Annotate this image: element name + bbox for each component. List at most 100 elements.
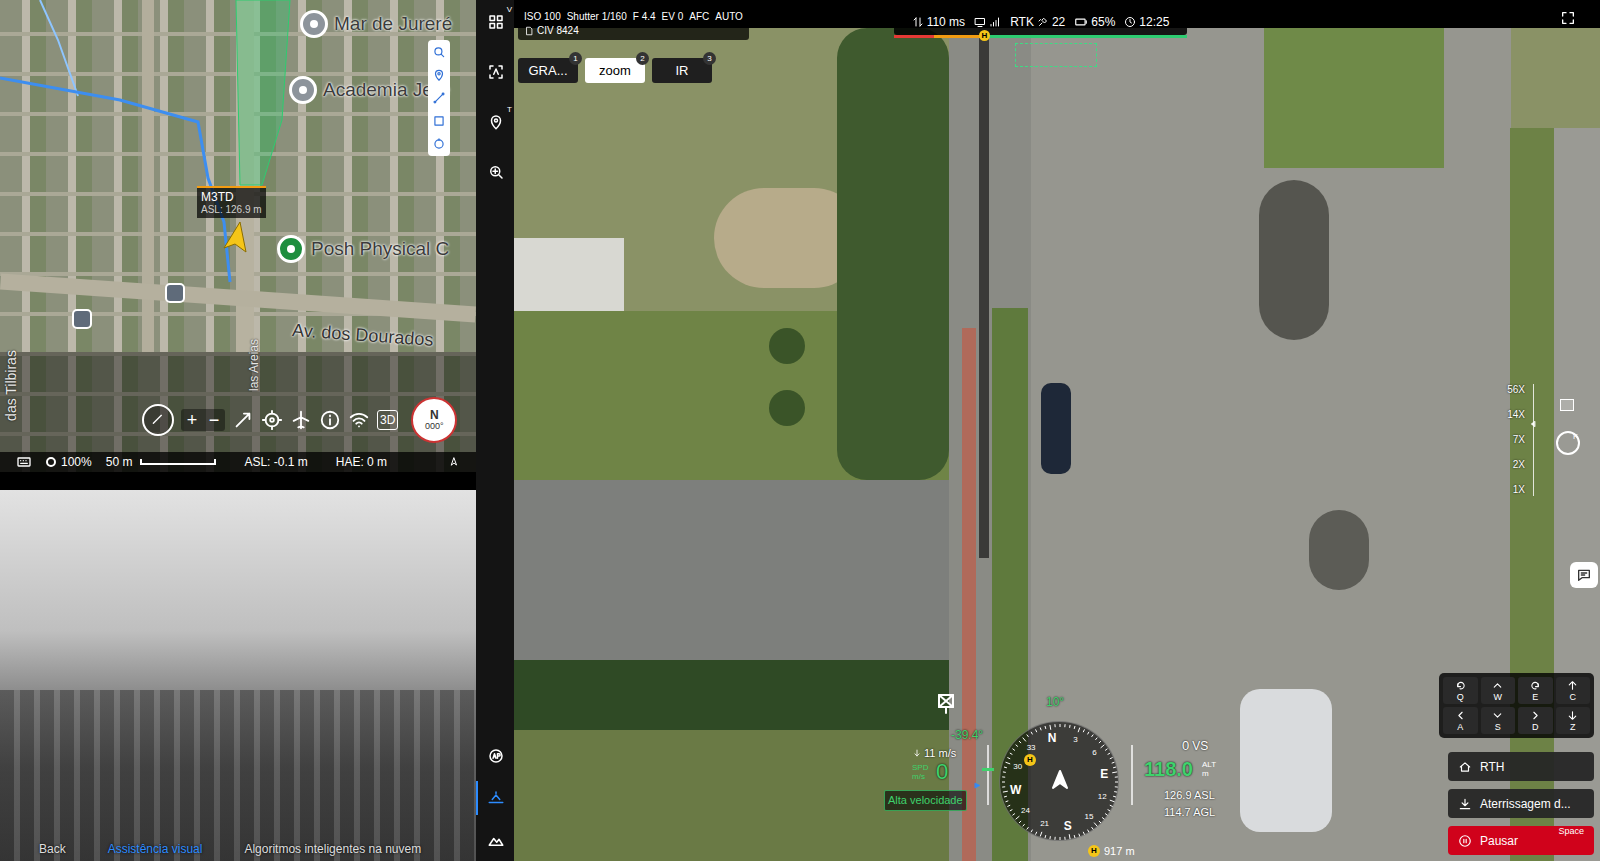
pin-tool-icon[interactable]	[432, 68, 446, 82]
place-label[interactable]: Mar de Jureré	[334, 10, 452, 39]
place-pin-icon[interactable]	[300, 10, 328, 38]
ascend-icon	[1566, 679, 1579, 692]
key-label: E	[1532, 692, 1538, 702]
action-label: RTH	[1480, 758, 1504, 776]
map-status-bar: 100%50 mASL: -0.1 mHAE: 0 m	[0, 452, 476, 472]
left-icon	[1454, 709, 1467, 722]
3d-button[interactable]: 3D	[377, 410, 398, 430]
zoom-level-label: 2X	[1513, 459, 1525, 471]
home-distance: H917 m	[1088, 843, 1135, 860]
speed-value: 0	[936, 760, 948, 784]
ar-icon	[487, 747, 505, 765]
chat-button[interactable]	[1570, 562, 1598, 588]
down-arrow-icon	[912, 748, 922, 758]
lens-tab[interactable]: GRA...1	[518, 58, 578, 83]
place-pin-icon[interactable]	[277, 235, 305, 263]
info-icon[interactable]	[319, 409, 341, 431]
vs-value: 0	[1182, 736, 1189, 756]
key-button[interactable]: A	[1443, 707, 1478, 734]
key-button[interactable]: Z	[1556, 707, 1591, 734]
map-zoom-readout: 100%	[46, 453, 92, 471]
side-toolbar-top: VT	[476, 5, 514, 189]
key-button[interactable]: C	[1556, 677, 1591, 704]
hotkey-label: V	[507, 5, 512, 14]
wifi-icon[interactable]	[348, 409, 370, 431]
altitude-bar	[1131, 745, 1133, 805]
map-compass[interactable]: N000°	[411, 397, 457, 443]
side-tool-button[interactable]: V	[476, 5, 514, 39]
bus-stop-icon	[72, 309, 92, 329]
camera-params: ISO 100Shutter 1/160F 4.4EV 0AFCAUTO	[524, 10, 743, 24]
focus-button[interactable]: F	[1556, 431, 1580, 455]
aux-tab[interactable]: Assistência visual	[108, 840, 203, 858]
fullscreen-icon[interactable]	[1560, 10, 1576, 26]
side-toolbar-bottom	[476, 739, 514, 857]
key-button[interactable]: Q	[1443, 677, 1478, 704]
puddle	[1259, 180, 1329, 340]
map-place[interactable]: Posh Physical C	[277, 235, 449, 264]
aux-tab[interactable]: Algoritmos inteligentes na nuvem	[244, 840, 421, 858]
lawn	[1264, 28, 1444, 168]
lens-label: GRA...	[528, 61, 567, 81]
zoom-preset-icon[interactable]	[1560, 399, 1574, 411]
street-label-box: das Tilbiras	[2, 330, 20, 440]
aircraft-name: M3TD	[201, 190, 262, 204]
pause-button[interactable]: PausarSpace	[1448, 826, 1594, 855]
compass-label: 15	[1084, 811, 1093, 823]
map-panel[interactable]: Mar de Jureré Academia Jere Posh Physical …	[0, 0, 476, 472]
area-tool-icon[interactable]	[432, 114, 446, 128]
side-tool-button[interactable]: T	[476, 105, 514, 139]
map-place[interactable]: Academia Jere	[289, 76, 450, 105]
bus-stop-icon	[165, 283, 185, 303]
agl-value: 114.7 AGL	[1164, 804, 1215, 821]
map-scale: 50 m	[106, 453, 217, 471]
aux-camera-view[interactable]: Back Assistência visual Algoritmos intelig…	[0, 490, 476, 861]
side-tool-button[interactable]	[476, 823, 514, 857]
target-icon[interactable]	[261, 409, 283, 431]
land-icon	[1458, 797, 1472, 811]
plane-icon[interactable]	[290, 409, 312, 431]
signal	[974, 16, 1001, 28]
rth-button[interactable]: RTH	[1448, 752, 1594, 781]
locate-button[interactable]	[142, 404, 174, 436]
land-button[interactable]: Aterrissagem d...	[1448, 789, 1594, 818]
map-place[interactable]: Mar de Jureré	[300, 10, 452, 39]
zoom-in-button[interactable]: +	[181, 409, 203, 431]
circle-tool-icon[interactable]	[432, 137, 446, 151]
lens-tab[interactable]: IR3	[652, 58, 712, 83]
side-tool-button[interactable]	[476, 781, 514, 815]
aux-tab[interactable]: Back	[39, 840, 66, 858]
speed-warning: Alta velocidade	[884, 790, 967, 811]
pin-dot	[310, 20, 318, 28]
asl-readout: ASL: -0.1 m	[244, 453, 307, 471]
zoom-scale[interactable]: 56X14X7X2X1X	[1474, 384, 1534, 496]
side-tool-button[interactable]	[476, 155, 514, 189]
keyboard-icon[interactable]	[16, 454, 32, 470]
lens-tab[interactable]: zoom2	[585, 58, 645, 83]
descent-speed: 11 m/s	[912, 745, 956, 762]
plant	[769, 328, 805, 364]
lens-badge: 1	[569, 52, 582, 65]
key-button[interactable]: E	[1518, 677, 1553, 704]
zoom-group: +−	[181, 409, 225, 431]
lens-label: IR	[676, 61, 689, 81]
zoom-out-button[interactable]: −	[203, 409, 225, 431]
aircraft-icon[interactable]	[222, 222, 248, 254]
key-button[interactable]: D	[1518, 707, 1553, 734]
main-video[interactable]: ISO 100Shutter 1/160F 4.4EV 0AFCAUTOCIV …	[514, 0, 1600, 861]
side-tool-button[interactable]	[476, 55, 514, 89]
horizon-icon	[487, 789, 505, 807]
place-pin-icon[interactable]	[289, 76, 317, 104]
place-label[interactable]: Posh Physical C	[311, 235, 449, 264]
route-icon[interactable]	[232, 409, 254, 431]
compass-heading: 000°	[425, 421, 444, 431]
side-tool-button[interactable]	[476, 739, 514, 773]
key-button[interactable]: S	[1481, 707, 1516, 734]
line-tool-icon[interactable]	[432, 91, 446, 105]
compass: N36E1215S2124W3033H	[999, 721, 1119, 841]
key-button[interactable]: W	[1481, 677, 1516, 704]
compass-label: 33	[1027, 742, 1036, 754]
search-tool-icon[interactable]	[432, 45, 446, 59]
zoom-dot	[46, 457, 56, 467]
lens-badge: 2	[636, 52, 649, 65]
